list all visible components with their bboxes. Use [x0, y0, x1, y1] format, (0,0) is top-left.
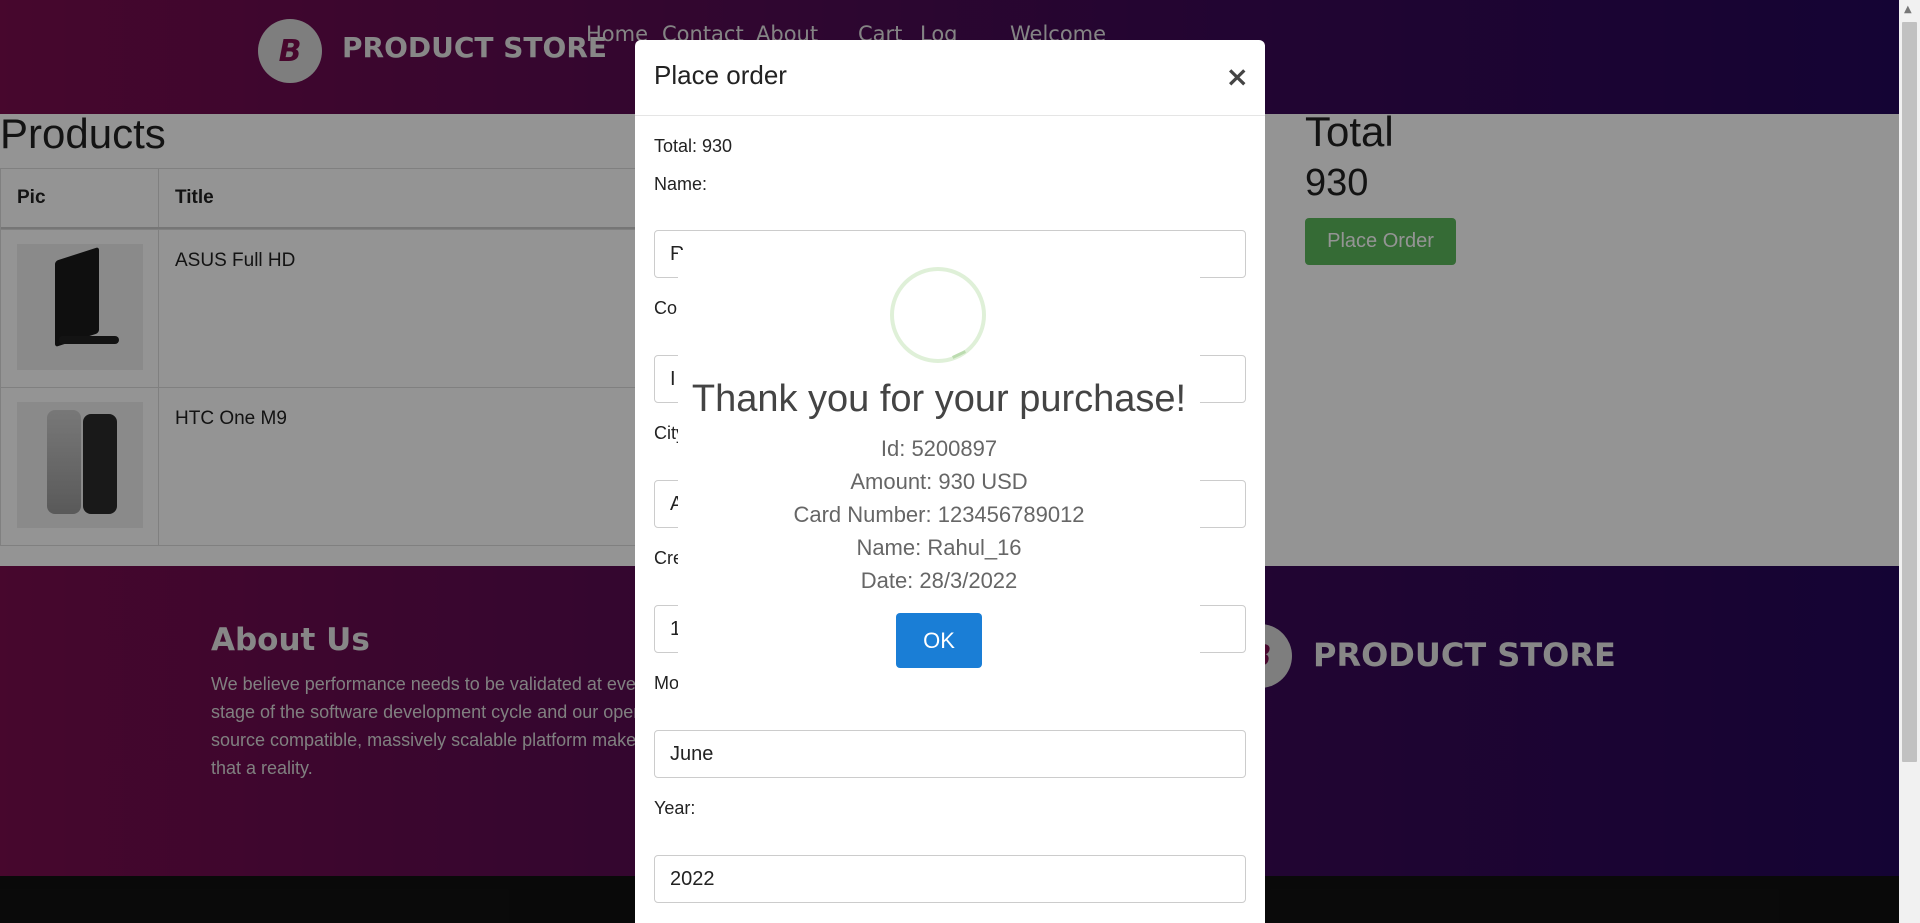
success-icon [890, 267, 986, 363]
month-field[interactable] [654, 730, 1246, 778]
alert-title: Thank you for your purchase! [691, 378, 1187, 420]
scrollbar[interactable]: ▲ [1899, 0, 1920, 923]
alert-card-number: Card Number: 123456789012 [793, 502, 1085, 527]
close-icon[interactable]: × [1226, 60, 1249, 93]
alert-amount: Amount: 930 USD [850, 469, 1028, 494]
order-total-label: Total: 930 [654, 136, 733, 156]
alert-details: Id: 5200897 Amount: 930 USD Card Number:… [678, 432, 1200, 597]
year-field[interactable] [654, 855, 1246, 903]
alert-date: Date: 28/3/2022 [860, 568, 1018, 593]
name-label: Name: [654, 174, 708, 194]
scrollbar-thumb[interactable] [1902, 22, 1917, 762]
alert-name: Name: Rahul_16 [856, 535, 1022, 560]
modal-title: Place order [654, 60, 787, 90]
year-label: Year: [654, 798, 696, 818]
ok-button[interactable]: OK [896, 613, 982, 668]
purchase-success-alert: Thank you for your purchase! Id: 5200897… [678, 250, 1200, 690]
alert-id: Id: 5200897 [880, 436, 998, 461]
scroll-up-icon[interactable]: ▲ [1904, 4, 1912, 15]
modal-header: Place order × [635, 40, 1265, 116]
